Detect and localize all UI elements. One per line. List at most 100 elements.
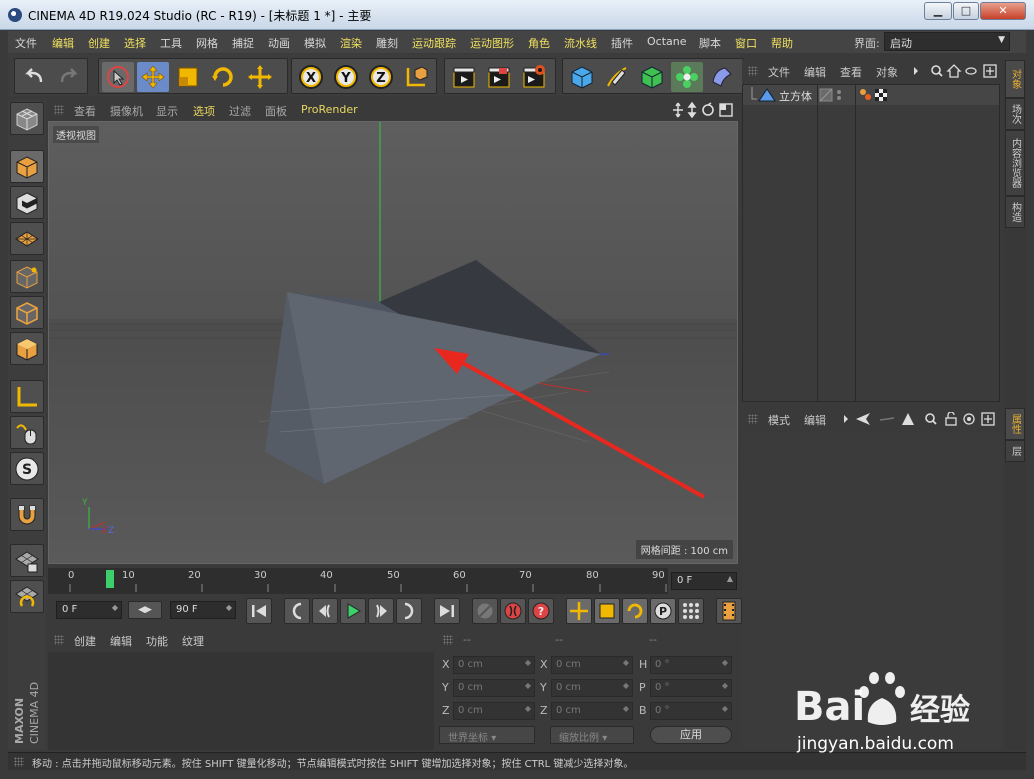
render-picture-viewer-button[interactable] bbox=[483, 62, 515, 92]
axis-mode-button[interactable] bbox=[10, 380, 44, 413]
pen-spline-button[interactable] bbox=[601, 62, 633, 92]
object-menu-view[interactable]: 查看 bbox=[840, 64, 862, 80]
tab-content-browser[interactable]: 内容浏览器 bbox=[1005, 130, 1025, 196]
material-menu-texture[interactable]: 纹理 bbox=[182, 633, 204, 649]
close-button[interactable]: ✕ bbox=[980, 2, 1026, 20]
prev-frame-button[interactable] bbox=[312, 598, 338, 624]
apply-button[interactable]: 应用 bbox=[650, 726, 732, 744]
tweak-mode-button[interactable] bbox=[10, 416, 44, 449]
coord-pos-x-field[interactable]: 0 cm ◆ bbox=[453, 656, 535, 674]
workplane-mode-button[interactable] bbox=[10, 222, 44, 255]
edges-mode-button[interactable] bbox=[10, 296, 44, 329]
record-keys-button[interactable] bbox=[472, 598, 498, 624]
menu-select[interactable]: 选择 bbox=[124, 35, 146, 51]
keyframe-selection-button[interactable]: ? bbox=[528, 598, 554, 624]
viewport-menu-prorender[interactable]: ProRender bbox=[301, 103, 358, 116]
stepper-arrows-icon[interactable]: ◆ bbox=[525, 658, 531, 667]
object-list[interactable]: 立方体 bbox=[742, 84, 1000, 402]
panel-grip-icon[interactable] bbox=[443, 635, 453, 645]
menu-animate[interactable]: 动画 bbox=[268, 35, 290, 51]
timeline-window-button[interactable] bbox=[716, 598, 742, 624]
y-axis-button[interactable]: Y bbox=[330, 62, 362, 92]
object-name-cube[interactable]: 立方体 bbox=[779, 88, 812, 104]
workplane-align-button[interactable] bbox=[10, 580, 44, 613]
end-frame-field[interactable]: 90 F ◆ bbox=[170, 601, 236, 619]
auto-key-button[interactable] bbox=[500, 598, 526, 624]
menu-script[interactable]: 脚本 bbox=[699, 35, 721, 51]
minimize-button[interactable]: ▁ bbox=[924, 2, 952, 20]
menu-window[interactable]: 窗口 bbox=[735, 35, 757, 51]
tab-takes[interactable]: 场次 bbox=[1005, 98, 1025, 130]
menu-pipeline[interactable]: 流水线 bbox=[564, 35, 597, 51]
attribute-menu-mode[interactable]: 模式 bbox=[768, 412, 790, 428]
stepper-arrows-icon[interactable]: ◆ bbox=[112, 603, 118, 612]
points-mode-button[interactable] bbox=[10, 260, 44, 293]
render-settings-button[interactable] bbox=[518, 62, 550, 92]
go-to-start-button[interactable] bbox=[246, 598, 272, 624]
subdivision-surface-button[interactable] bbox=[636, 62, 668, 92]
material-menu-function[interactable]: 功能 bbox=[146, 633, 168, 649]
menu-motion-tracking[interactable]: 运动跟踪 bbox=[412, 35, 456, 51]
cloner-button[interactable] bbox=[671, 62, 703, 92]
start-frame-field[interactable]: 0 F ◆ bbox=[56, 601, 122, 619]
solo-mode-button[interactable]: S bbox=[10, 452, 44, 485]
viewport-nav-icons[interactable] bbox=[672, 102, 736, 118]
tab-attributes[interactable]: 属性 bbox=[1005, 408, 1025, 440]
viewport-menu-options[interactable]: 选项 bbox=[193, 103, 215, 119]
go-to-end-button[interactable] bbox=[434, 598, 460, 624]
play-button[interactable] bbox=[340, 598, 366, 624]
interface-layout-select[interactable]: 启动 ▼ bbox=[884, 32, 1010, 51]
viewport-menu-view[interactable]: 查看 bbox=[74, 103, 96, 119]
menu-simulate[interactable]: 模拟 bbox=[304, 35, 326, 51]
move-tool-button[interactable] bbox=[137, 62, 169, 92]
object-row-cube[interactable]: 立方体 bbox=[743, 85, 999, 105]
coord-rot-p-field[interactable]: 0 ° ◆ bbox=[650, 679, 732, 697]
panel-grip-icon[interactable] bbox=[748, 414, 758, 424]
scale-ratio-dropdown[interactable]: 缩放比例 ▾ bbox=[550, 726, 634, 744]
object-manager-tool-icons[interactable] bbox=[912, 64, 1000, 78]
attribute-menu-edit[interactable]: 编辑 bbox=[804, 412, 826, 428]
stepper-arrows-icon[interactable]: ◆ bbox=[226, 603, 232, 612]
prev-key-button[interactable] bbox=[284, 598, 310, 624]
stepper-arrows-icon[interactable]: ◆ bbox=[525, 681, 531, 690]
menu-render[interactable]: 渲染 bbox=[340, 35, 362, 51]
coord-pos-z-field[interactable]: 0 cm ◆ bbox=[453, 702, 535, 720]
panel-grip-icon[interactable] bbox=[54, 635, 64, 645]
material-manager-area[interactable] bbox=[48, 652, 434, 750]
render-view-button[interactable] bbox=[448, 62, 480, 92]
panel-grip-icon[interactable] bbox=[14, 757, 24, 767]
polygons-mode-button[interactable] bbox=[10, 332, 44, 365]
transform-tool-button[interactable] bbox=[244, 62, 276, 92]
coord-pos-y-field[interactable]: 0 cm ◆ bbox=[453, 679, 535, 697]
menu-create[interactable]: 创建 bbox=[88, 35, 110, 51]
tab-structure[interactable]: 构造 bbox=[1005, 196, 1025, 228]
coord-size-z-field[interactable]: 0 cm ◆ bbox=[551, 702, 633, 720]
viewport-menu-display[interactable]: 显示 bbox=[156, 103, 178, 119]
tags-icon[interactable] bbox=[859, 88, 889, 102]
deformer-button[interactable] bbox=[706, 62, 738, 92]
coord-rot-b-field[interactable]: 0 ° ◆ bbox=[650, 702, 732, 720]
z-axis-button[interactable]: Z bbox=[365, 62, 397, 92]
stepper-arrows-icon[interactable]: ◆ bbox=[623, 704, 629, 713]
stepper-arrows-icon[interactable]: ◆ bbox=[623, 681, 629, 690]
visibility-toggle-icon[interactable] bbox=[819, 88, 843, 102]
timeline-ruler[interactable]: 0 10 20 30 40 50 60 70 80 90 bbox=[48, 568, 668, 594]
stepper-arrows-icon[interactable]: ◆ bbox=[623, 658, 629, 667]
perspective-viewport[interactable]: Y X Z 透视视图 网格间距 : 100 cm bbox=[48, 121, 738, 564]
undo-button[interactable] bbox=[18, 62, 50, 92]
stepper-arrows-icon[interactable]: ◆ bbox=[722, 658, 728, 667]
next-frame-button[interactable] bbox=[368, 598, 394, 624]
snap-button[interactable] bbox=[10, 498, 44, 531]
stepper-arrows-icon[interactable]: ◆ bbox=[525, 704, 531, 713]
texture-mode-button[interactable] bbox=[10, 186, 44, 219]
menu-character[interactable]: 角色 bbox=[528, 35, 550, 51]
rotate-tool-button[interactable] bbox=[207, 62, 239, 92]
world-coords-dropdown[interactable]: 世界坐标 ▾ bbox=[439, 726, 535, 744]
menu-mograph[interactable]: 运动图形 bbox=[470, 35, 514, 51]
key-pla-button[interactable] bbox=[678, 598, 704, 624]
key-parameter-button[interactable]: P bbox=[650, 598, 676, 624]
stepper-arrows-icon[interactable]: ▲ bbox=[727, 574, 733, 583]
tab-objects[interactable]: 对象 bbox=[1005, 60, 1025, 98]
range-slider-button[interactable]: ◀▶ bbox=[128, 601, 162, 619]
viewport-menu-panel[interactable]: 面板 bbox=[265, 103, 287, 119]
